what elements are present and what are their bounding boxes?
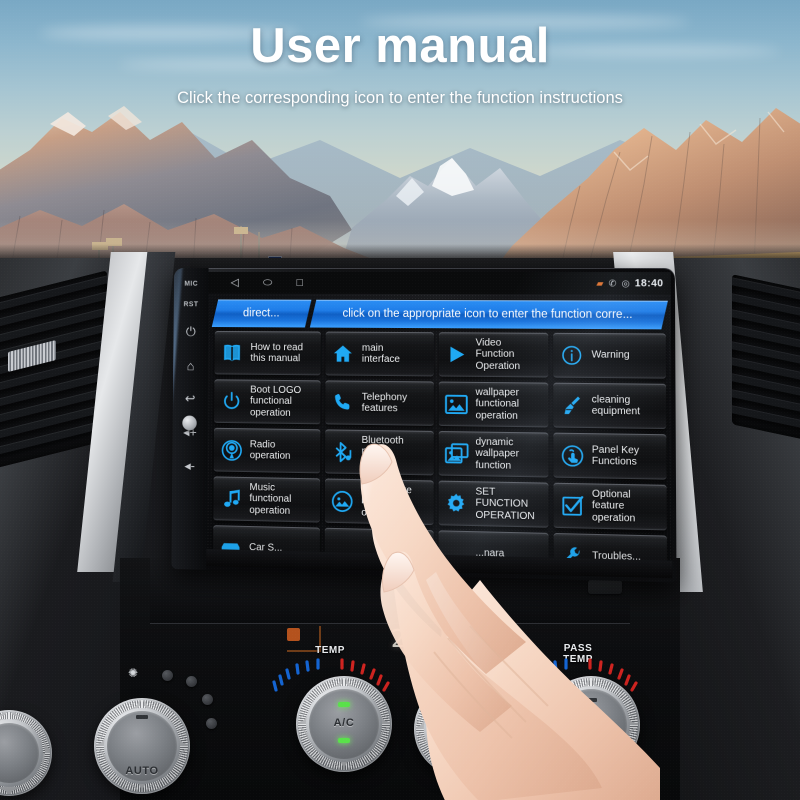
location-icon: ◎ — [621, 277, 630, 288]
mic-key[interactable]: MIC — [179, 276, 204, 293]
right-air-vent[interactable] — [732, 274, 800, 444]
tile-label: Radio operation — [249, 439, 291, 462]
tile-wallpaper-function[interactable]: wallpaper functional operation — [438, 381, 549, 428]
broom-icon — [559, 392, 586, 419]
back-nav-icon[interactable]: ◁ — [231, 276, 239, 288]
tile-label: cleaning equipment — [591, 394, 641, 418]
pointing-hand — [330, 430, 660, 800]
tile-label: Video Function Operation — [475, 337, 521, 372]
recents-nav-icon[interactable]: □ — [296, 276, 303, 288]
tab-instruction-label: click on the appropriate icon to enter t… — [343, 307, 634, 322]
status-bar-clock: 18:40 — [634, 277, 664, 289]
tile-label: Music functional operation — [249, 482, 292, 517]
tab-bar: direct... click on the appropriate icon … — [211, 299, 668, 330]
back-key[interactable]: ↩ — [178, 384, 203, 414]
tile-label: Boot LOGO functional operation — [249, 384, 302, 419]
book-icon — [219, 340, 244, 366]
knob-indicator-mark — [136, 715, 148, 719]
tile-cleaning-equipment[interactable]: cleaning equipment — [553, 382, 667, 430]
no-signal-icon: ▰ — [596, 277, 604, 288]
tile-label: Telephony features — [361, 391, 408, 415]
home-key[interactable]: ⌂ — [178, 350, 203, 380]
tile-warning[interactable]: Warning — [553, 332, 667, 379]
radio-icon — [219, 437, 244, 463]
title-block: User manual Click the corresponding icon… — [0, 22, 800, 108]
tile-how-to-read-this-manual[interactable]: How to read this manual — [214, 330, 321, 376]
power-key[interactable]: ⏻ — [178, 317, 203, 347]
tile-label: wallpaper functional operation — [475, 387, 519, 422]
tile-music-function[interactable]: Music functional operation — [213, 476, 320, 523]
knob-ridges — [96, 700, 188, 792]
phone-icon: ✆ — [608, 277, 617, 288]
page-subtitle: Click the corresponding icon to enter th… — [177, 89, 623, 107]
home-nav-icon[interactable]: ⬭ — [263, 276, 272, 288]
tile-boot-logo[interactable]: Boot LOGO functional operation — [214, 379, 321, 425]
tile-telephony-features[interactable]: Telephony features — [325, 380, 434, 426]
tile-main-interface[interactable]: main interface — [325, 331, 434, 377]
tile-label: How to read this manual — [250, 341, 304, 365]
head-unit-sensor-dot — [182, 415, 197, 431]
tile-radio-operation[interactable]: Radio operation — [213, 427, 321, 474]
fan-speed-knob[interactable]: AUTO — [94, 698, 190, 794]
tab-instruction[interactable]: click on the appropriate icon to enter t… — [309, 299, 668, 330]
music-note-icon — [218, 485, 243, 511]
status-bar-indicators: ▰ ✆ ◎ 18:40 — [596, 278, 663, 289]
volume-down-key[interactable]: ◂- — [177, 451, 202, 481]
home-icon — [330, 341, 356, 367]
tile-label: Warning — [591, 349, 630, 362]
page-title: User manual — [250, 19, 550, 73]
fan-icon: ✺ — [128, 666, 139, 680]
tile-label: main interface — [361, 342, 400, 366]
tab-directory[interactable]: direct... — [211, 299, 312, 328]
info-icon — [559, 342, 586, 369]
screenshot-scene: User manual Click the corresponding icon… — [0, 0, 800, 800]
play-icon — [443, 341, 469, 367]
android-status-bar: ◁ ⬭ □ ▰ ✆ ◎ 18:40 — [208, 271, 671, 295]
reset-key[interactable]: RST — [179, 296, 204, 313]
picture-icon — [443, 391, 469, 418]
pole-crossbar — [234, 227, 248, 234]
tab-directory-label: direct... — [243, 307, 280, 320]
navigation-bar: ◁ ⬭ □ — [231, 276, 303, 288]
fan-knob-label: AUTO — [125, 765, 159, 777]
phone-icon — [330, 389, 356, 415]
power-icon — [219, 388, 244, 414]
tile-video-function[interactable]: Video Function Operation — [438, 332, 549, 378]
